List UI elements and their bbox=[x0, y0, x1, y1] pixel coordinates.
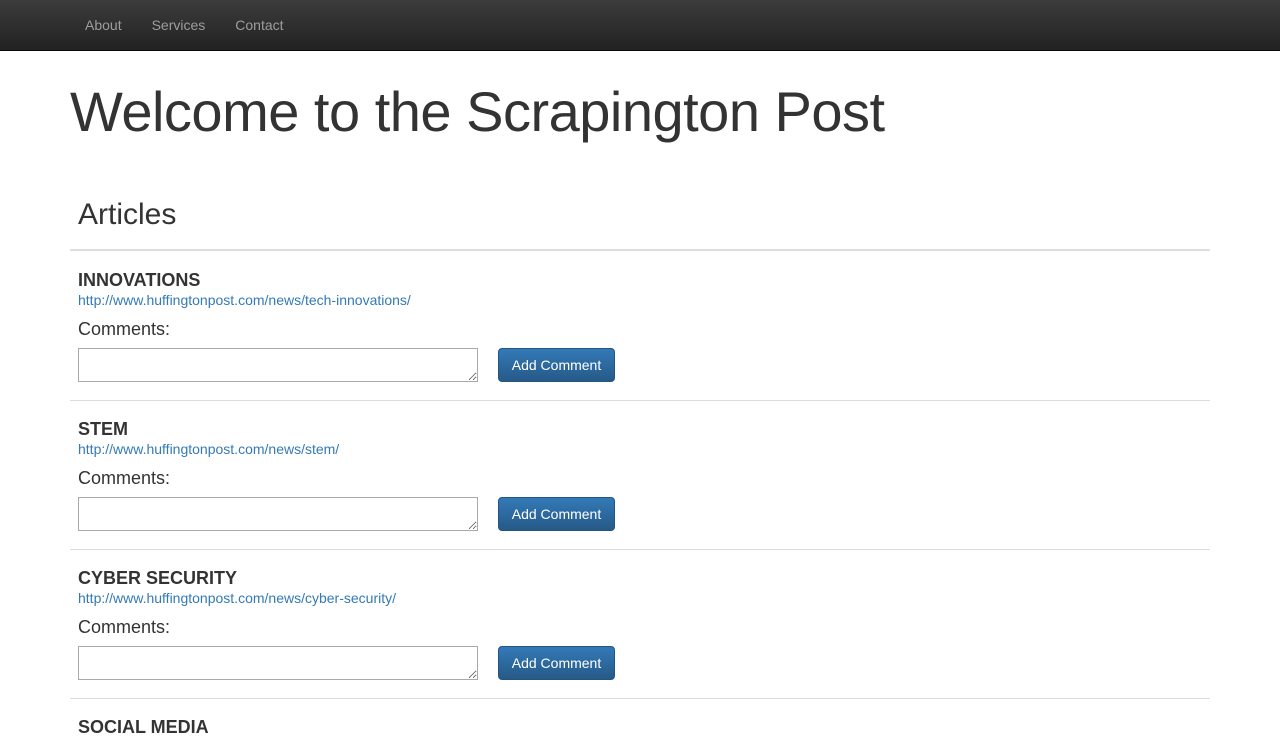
comments-label: Comments: bbox=[78, 468, 171, 488]
articles-divider bbox=[70, 249, 1210, 251]
article-title: SOCIAL MEDIA bbox=[78, 717, 209, 737]
article-title: INNOVATIONS bbox=[78, 270, 201, 290]
add-comment-button[interactable]: Add Comment bbox=[498, 646, 615, 680]
nav-menu: About Services Contact bbox=[70, 0, 299, 50]
article-divider bbox=[70, 698, 1210, 699]
article-link[interactable]: http://www.huffingtonpost.com/news/stem/ bbox=[78, 440, 339, 458]
article-item: INNOVATIONS http://www.huffingtonpost.co… bbox=[78, 269, 1210, 399]
article-divider bbox=[70, 400, 1210, 401]
add-comment-button[interactable]: Add Comment bbox=[498, 348, 615, 382]
article-divider bbox=[70, 549, 1210, 550]
article-link[interactable]: http://www.huffingtonpost.com/news/cyber… bbox=[78, 589, 396, 607]
article-link[interactable]: http://www.huffingtonpost.com/news/tech-… bbox=[78, 291, 411, 309]
nav-contact-link[interactable]: Contact bbox=[220, 0, 298, 50]
comment-input[interactable] bbox=[78, 497, 478, 531]
articles-heading: Articles bbox=[78, 198, 177, 231]
nav-services-link[interactable]: Services bbox=[137, 0, 221, 50]
comment-input[interactable] bbox=[78, 348, 478, 382]
article-title: STEM bbox=[78, 419, 129, 439]
nav-about-link[interactable]: About bbox=[70, 0, 137, 50]
top-navbar: About Services Contact bbox=[0, 0, 1280, 51]
comments-label: Comments: bbox=[78, 319, 171, 339]
comment-input[interactable] bbox=[78, 646, 478, 680]
add-comment-button[interactable]: Add Comment bbox=[498, 497, 615, 531]
article-title: CYBER SECURITY bbox=[78, 568, 238, 588]
article-item: STEM http://www.huffingtonpost.com/news/… bbox=[78, 418, 1210, 548]
article-item: SOCIAL MEDIA bbox=[78, 716, 1210, 739]
page-title: Welcome to the Scrapington Post bbox=[70, 80, 885, 143]
comments-label: Comments: bbox=[78, 617, 171, 637]
article-item: CYBER SECURITY http://www.huffingtonpost… bbox=[78, 567, 1210, 697]
